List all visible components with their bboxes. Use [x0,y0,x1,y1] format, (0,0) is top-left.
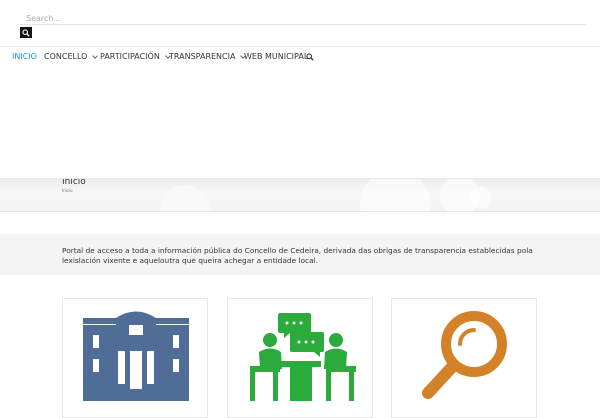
search-submit-button[interactable] [20,27,32,38]
nav-item-inicio[interactable]: INICIO [12,52,37,61]
card-town-hall[interactable] [62,298,208,418]
magnifier-icon [422,311,507,399]
nav-item-concello[interactable]: CONCELLO [44,52,99,61]
card-participation[interactable] [227,298,373,418]
nav-item-transparencia[interactable]: TRANSPARENCIA [169,52,247,61]
nav-item-label: WEB MUNICIPAL [244,52,309,61]
meeting-participation-icon [250,313,356,401]
intro-section: Portal de acceso a toda a información pú… [0,234,600,275]
intro-text: Portal de acceso a toda a información pú… [62,246,533,265]
town-hall-icon [83,311,189,401]
nav-item-web-municipal[interactable]: WEB MUNICIPAL [244,52,308,61]
nav-item-label: PARTICIPACIÓN [100,52,160,61]
page-title: Inicio [62,178,86,187]
nav-item-label: INICIO [12,52,37,61]
main-nav: INICIO CONCELLO PARTICIPACIÓN TRANSPAREN… [0,46,600,72]
header-spacer [0,71,600,179]
nav-item-label: CONCELLO [44,52,88,61]
search-icon [22,28,30,37]
nav-item-label: TRANSPARENCIA [169,52,236,61]
nav-item-participacion[interactable]: PARTICIPACIÓN [100,52,171,61]
nav-search-button[interactable] [306,53,314,61]
card-search[interactable] [391,298,537,418]
top-search-bar [0,0,600,52]
page-title-bar: Inicio Inicio [0,178,600,212]
breadcrumb[interactable]: Inicio [62,188,73,193]
search-input[interactable] [20,13,586,25]
chevron-down-icon [92,52,99,59]
search-icon [306,53,314,61]
